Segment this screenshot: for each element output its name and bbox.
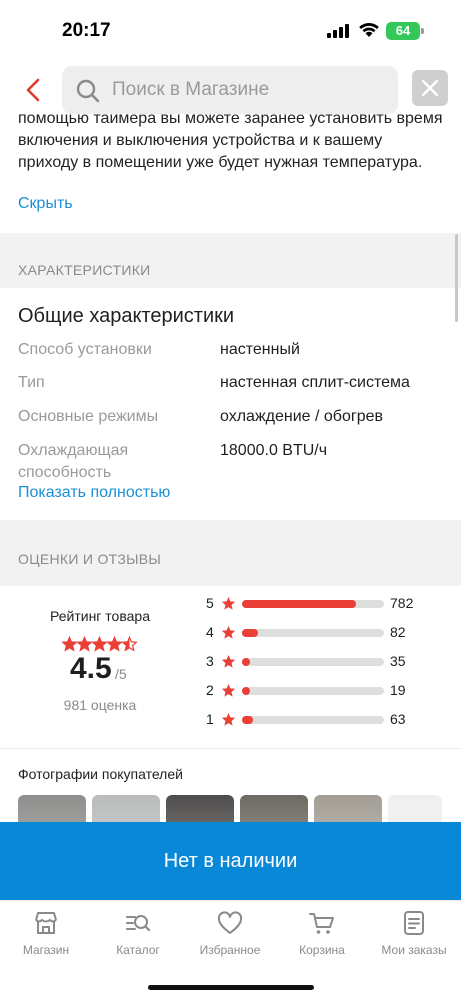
spec-label: Тип bbox=[18, 374, 45, 391]
spec-value: 18000.0 BTU/ч bbox=[220, 442, 328, 459]
rating-bar-track bbox=[242, 658, 384, 666]
characteristics-section-header: ХАРАКТЕРИСТИКИ bbox=[0, 233, 461, 288]
tab-label: Избранное bbox=[199, 943, 261, 957]
product-description: помощью таймера вы можете заранее устано… bbox=[18, 110, 443, 171]
tab-label: Магазин bbox=[22, 943, 70, 957]
rating-bar-track bbox=[242, 600, 384, 608]
show-all-characteristics-link[interactable]: Показать полностью bbox=[18, 484, 170, 502]
spec-value: настенная сплит-система bbox=[220, 374, 410, 391]
tab-catalog[interactable]: Каталог bbox=[92, 909, 184, 961]
home-indicator bbox=[148, 985, 314, 990]
spec-label: Основные режимы bbox=[18, 408, 159, 425]
reviews-section-header: ОЦЕНКИ И ОТЗЫВЫ bbox=[0, 520, 461, 586]
rating-bar-fill bbox=[242, 658, 250, 666]
scroll-indicator bbox=[455, 234, 458, 322]
tab-label: Мои заказы bbox=[381, 943, 447, 957]
star-icon bbox=[221, 596, 236, 610]
tab-label: Каталог bbox=[116, 943, 160, 957]
rating-bar-count: 35 bbox=[390, 653, 406, 669]
rating-stars-icon bbox=[62, 636, 138, 652]
rating-bar-row[interactable]: 5 782 bbox=[206, 594, 446, 612]
spec-value: охлаждение / обогрев bbox=[220, 408, 383, 425]
tab-store[interactable]: Магазин bbox=[0, 909, 92, 961]
hide-description-link[interactable]: Скрыть bbox=[18, 195, 73, 213]
back-arrow-icon[interactable] bbox=[22, 76, 46, 104]
rating-bar-stars-label: 1 bbox=[206, 711, 214, 727]
spec-label: Способ установки bbox=[18, 341, 152, 358]
rating-bar-stars-label: 5 bbox=[206, 595, 214, 611]
rating-bar-track bbox=[242, 629, 384, 637]
rating-bar-count: 782 bbox=[390, 595, 414, 611]
divider bbox=[0, 748, 461, 749]
rating-bar-count: 19 bbox=[390, 682, 406, 698]
rating-bar-fill bbox=[242, 716, 253, 724]
search-box[interactable] bbox=[62, 66, 398, 114]
rating-bar-row[interactable]: 2 19 bbox=[206, 681, 446, 699]
catalog-icon bbox=[126, 915, 151, 932]
rating-bar-track bbox=[242, 716, 384, 724]
general-characteristics-title: Общие характеристики bbox=[18, 305, 235, 327]
store-icon bbox=[35, 912, 57, 934]
out-of-stock-button[interactable]: Нет в наличии bbox=[0, 822, 461, 900]
rating-caption: Рейтинг товара bbox=[50, 608, 150, 624]
star-icon bbox=[221, 712, 236, 726]
rating-bar-count: 63 bbox=[390, 711, 406, 727]
tab-cart[interactable]: Корзина bbox=[276, 909, 368, 961]
spec-label: Охлаждающая способность bbox=[18, 442, 129, 481]
star-icon bbox=[221, 625, 236, 639]
rating-bar-stars-label: 2 bbox=[206, 682, 214, 698]
rating-max: /5 bbox=[115, 666, 127, 682]
close-icon bbox=[421, 79, 439, 97]
tab-my-orders[interactable]: Мои заказы bbox=[368, 909, 460, 961]
search-icon bbox=[76, 79, 100, 103]
heart-icon bbox=[217, 911, 243, 934]
star-icon bbox=[221, 683, 236, 697]
rating-bar-row[interactable]: 4 82 bbox=[206, 623, 446, 641]
rating-count: 981 оценка bbox=[63, 697, 137, 713]
rating-bar-count: 82 bbox=[390, 624, 406, 640]
orders-icon bbox=[404, 911, 424, 935]
customer-photos-title: Фотографии покупателей bbox=[18, 766, 183, 782]
clear-search-button[interactable] bbox=[412, 70, 448, 106]
rating-bar-stars-label: 3 bbox=[206, 653, 214, 669]
rating-bar-fill bbox=[242, 629, 258, 637]
top-navigation-bar bbox=[0, 62, 461, 114]
search-input[interactable] bbox=[112, 66, 392, 114]
rating-value: 4.5 bbox=[70, 652, 112, 685]
tab-favorites[interactable]: Избранное bbox=[184, 909, 276, 961]
rating-bar-fill bbox=[242, 600, 356, 608]
rating-bar-track bbox=[242, 687, 384, 695]
cart-icon bbox=[309, 913, 334, 934]
rating-bar-stars-label: 4 bbox=[206, 624, 214, 640]
tab-label: Корзина bbox=[299, 943, 345, 957]
characteristics-section-title: ХАРАКТЕРИСТИКИ bbox=[18, 262, 151, 278]
spec-value: настенный bbox=[220, 341, 300, 358]
star-icon bbox=[221, 654, 236, 668]
rating-bar-fill bbox=[242, 687, 250, 695]
reviews-section-title: ОЦЕНКИ И ОТЗЫВЫ bbox=[18, 551, 162, 567]
rating-bar-row[interactable]: 1 63 bbox=[206, 710, 446, 728]
rating-bar-row[interactable]: 3 35 bbox=[206, 652, 446, 670]
